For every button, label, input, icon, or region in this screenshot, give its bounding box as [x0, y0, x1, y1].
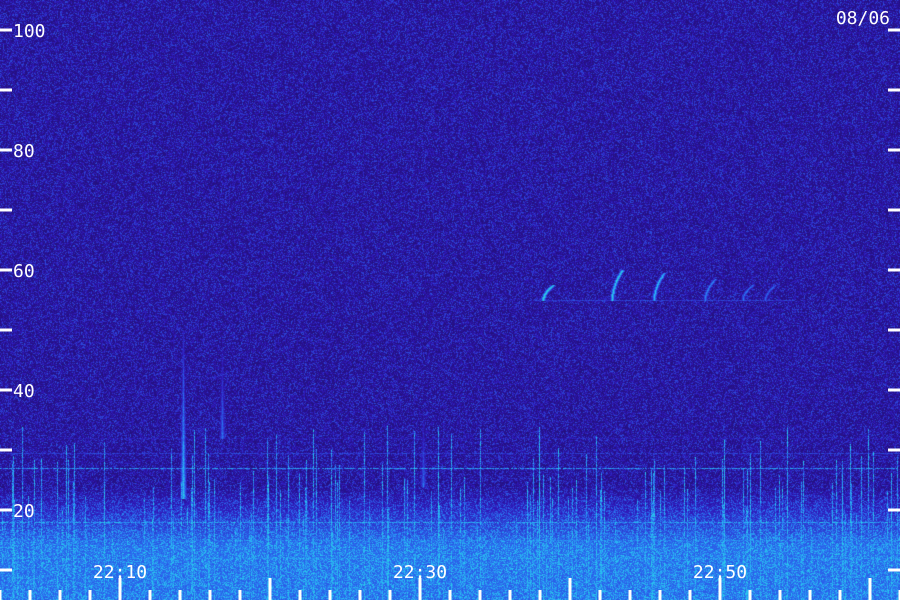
x-tick-label: 22:10: [93, 562, 147, 583]
x-axis: 22:10 22:30 22:50: [0, 562, 900, 600]
y-tick-label: 100: [13, 21, 46, 42]
x-tick-label: 22:30: [393, 562, 447, 583]
y-tick-label: 20: [13, 501, 35, 522]
x-tick-label: 22:50: [693, 562, 747, 583]
y-axis-left: 100 80 60 40 20: [0, 21, 46, 572]
y-tick-label: 40: [13, 381, 35, 402]
axes-overlay: 100 80 60 40 20 22:10 22:30 22:50 08/06: [0, 8, 900, 600]
y-axis-right: [888, 28, 900, 572]
y-tick-label: 60: [13, 261, 35, 282]
date-label: 08/06: [836, 8, 890, 29]
spectrogram-chart: 100 80 60 40 20 22:10 22:30 22:50 08/06: [0, 0, 900, 600]
y-tick-label: 80: [13, 141, 35, 162]
